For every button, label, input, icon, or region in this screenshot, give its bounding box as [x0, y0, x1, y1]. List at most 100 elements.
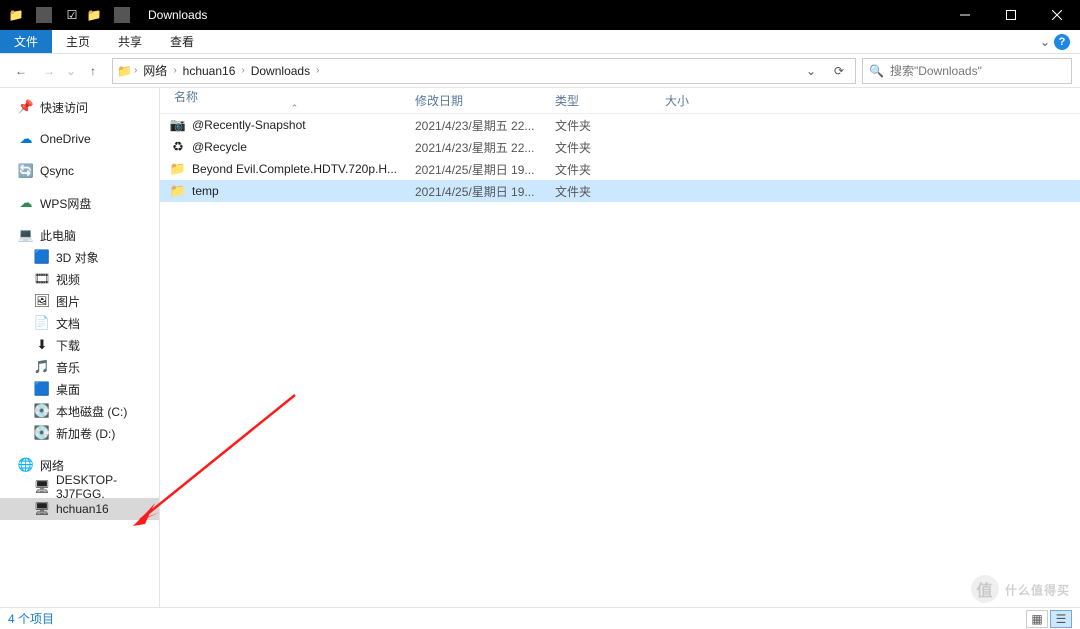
- separator: [36, 7, 52, 23]
- search-box[interactable]: 🔍 搜索"Downloads": [862, 58, 1072, 84]
- document-icon: 📄: [34, 315, 50, 331]
- file-name: Beyond Evil.Complete.HDTV.720p.H...: [192, 162, 397, 176]
- nav-music[interactable]: 🎵音乐: [0, 356, 159, 378]
- watermark: 值什么值得买: [971, 575, 1070, 603]
- desktop-icon: 🟦: [34, 381, 50, 397]
- disk-icon: 💽: [34, 425, 50, 441]
- file-type: 文件夹: [555, 183, 665, 200]
- nav-3d-objects[interactable]: 🟦3D 对象: [0, 246, 159, 268]
- chevron-right-icon[interactable]: ›: [316, 65, 319, 76]
- chevron-right-icon[interactable]: ›: [173, 65, 176, 76]
- column-header-size[interactable]: 大小: [665, 92, 745, 109]
- help-area[interactable]: ⌄ ?: [1030, 30, 1080, 53]
- nav-desktop[interactable]: 🟦 桌面: [0, 378, 159, 400]
- breadcrumb-bar[interactable]: 📁 › 网络 › hchuan16 › Downloads › ⌄ ⟳: [112, 58, 856, 84]
- column-header-date[interactable]: 修改日期: [415, 92, 555, 109]
- refresh-button[interactable]: ⟳: [827, 60, 851, 82]
- pc-icon: 💻: [18, 227, 34, 243]
- sort-indicator-icon: ⌃: [174, 103, 415, 114]
- nav-back-button[interactable]: ←: [8, 58, 34, 84]
- tab-share[interactable]: 共享: [104, 30, 156, 53]
- breadcrumb-folder[interactable]: Downloads: [247, 62, 314, 80]
- breadcrumb-network[interactable]: 网络: [139, 60, 171, 81]
- view-large-icons-button[interactable]: ▦: [1026, 610, 1048, 628]
- nav-label: 桌面: [56, 381, 80, 398]
- address-dropdown-button[interactable]: ⌄: [799, 60, 823, 82]
- nav-downloads[interactable]: ⬇下载: [0, 334, 159, 356]
- breadcrumb-user[interactable]: hchuan16: [179, 62, 240, 80]
- minimize-button[interactable]: [942, 0, 988, 30]
- nav-label: 网络: [40, 457, 64, 474]
- nav-recent-dropdown[interactable]: ⌄: [64, 58, 78, 84]
- network-icon: 🌐: [18, 457, 34, 473]
- cloud-icon: ☁: [18, 131, 34, 147]
- ribbon-expand-icon[interactable]: ⌄: [1040, 35, 1050, 49]
- search-icon: 🔍: [869, 64, 884, 78]
- maximize-button[interactable]: [988, 0, 1034, 30]
- nav-documents[interactable]: 📄 文档: [0, 312, 159, 334]
- nav-forward-button[interactable]: →: [36, 58, 62, 84]
- nav-label: Qsync: [40, 164, 74, 178]
- nav-label: 文档: [56, 315, 80, 332]
- file-date: 2021/4/25/星期日 19...: [415, 183, 555, 200]
- nav-label: OneDrive: [40, 132, 91, 146]
- nav-local-disk-d[interactable]: 💽新加卷 (D:): [0, 422, 159, 444]
- download-icon: ⬇: [34, 337, 50, 353]
- file-type: 文件夹: [555, 139, 665, 156]
- close-button[interactable]: [1034, 0, 1080, 30]
- disk-icon: 💽: [34, 403, 50, 419]
- file-date: 2021/4/25/星期日 19...: [415, 161, 555, 178]
- file-name: temp: [192, 184, 219, 198]
- nav-this-pc[interactable]: 💻 此电脑: [0, 224, 159, 246]
- nav-network-pc2[interactable]: 🖥hchuan16: [0, 498, 159, 520]
- qat-newfolder-icon[interactable]: 📁: [86, 7, 102, 23]
- file-name: @Recycle: [192, 140, 247, 154]
- video-icon: 🎞: [34, 271, 50, 287]
- window-controls: [942, 0, 1080, 30]
- nav-wps[interactable]: ☁WPS网盘: [0, 192, 159, 214]
- nav-label: WPS网盘: [40, 195, 91, 212]
- chevron-right-icon[interactable]: ›: [241, 65, 244, 76]
- watermark-text: 什么值得买: [1005, 583, 1070, 597]
- nav-up-button[interactable]: ↑: [80, 58, 106, 84]
- breadcrumb-root-icon[interactable]: 📁: [117, 64, 132, 78]
- tab-view[interactable]: 查看: [156, 30, 208, 53]
- tab-file[interactable]: 文件: [0, 30, 52, 53]
- nav-qsync[interactable]: 🔄 Qsync: [0, 160, 159, 182]
- watermark-icon: 值: [971, 575, 999, 603]
- ribbon-tabs: 文件 主页 共享 查看 ⌄ ?: [0, 30, 1080, 54]
- qat-properties-icon[interactable]: ☑: [64, 7, 80, 23]
- nav-label: 此电脑: [40, 227, 76, 244]
- nav-label: 音乐: [56, 359, 80, 376]
- table-row[interactable]: ♻@Recycle2021/4/23/星期五 22...文件夹: [160, 136, 1080, 158]
- quick-access-toolbar: 📁 ☑ 📁: [0, 7, 144, 23]
- picture-icon: 🖼: [34, 293, 50, 309]
- nav-label: 快速访问: [40, 99, 88, 116]
- column-header-type[interactable]: 类型: [555, 92, 665, 109]
- table-row[interactable]: 📁 Beyond Evil.Complete.HDTV.720p.H... 2021…: [160, 158, 1080, 180]
- col-label: 名称: [174, 90, 198, 104]
- nav-pictures[interactable]: 🖼图片: [0, 290, 159, 312]
- tab-home[interactable]: 主页: [52, 30, 104, 53]
- recycle-icon: ♻: [170, 139, 186, 155]
- chevron-right-icon[interactable]: ›: [134, 65, 137, 76]
- nav-onedrive[interactable]: ☁ OneDrive: [0, 128, 159, 150]
- nav-videos[interactable]: 🎞视频: [0, 268, 159, 290]
- table-row[interactable]: 📁temp2021/4/25/星期日 19...文件夹: [160, 180, 1080, 202]
- column-header-name[interactable]: 名称 ⌃: [170, 88, 415, 114]
- nav-label: 3D 对象: [56, 249, 99, 266]
- file-name: @Recently-Snapshot: [192, 118, 306, 132]
- nav-local-disk-c[interactable]: 💽 本地磁盘 (C:): [0, 400, 159, 422]
- view-details-button[interactable]: ☰: [1050, 610, 1072, 628]
- table-row[interactable]: 📷@Recently-Snapshot2021/4/23/星期五 22...文件…: [160, 114, 1080, 136]
- nav-label: 本地磁盘 (C:): [56, 403, 127, 420]
- nav-network-pc1[interactable]: 🖥DESKTOP-3J7FGG.: [0, 476, 159, 498]
- help-icon[interactable]: ?: [1054, 34, 1070, 50]
- folder-icon: 📁: [170, 161, 186, 177]
- sync-icon: 🔄: [18, 163, 34, 179]
- explorer-body: 📌快速访问 ☁OneDrive 🔄Qsync ☁WPS网盘 💻此电脑 🟦3D 对…: [0, 88, 1080, 607]
- file-list-pane: 名称 ⌃ 修改日期 类型 大小 📷@Recently-Snapshot2021/…: [160, 88, 1080, 607]
- address-bar: ← → ⌄ ↑ 📁 › 网络 › hchuan16 › Downloads › …: [0, 54, 1080, 88]
- search-placeholder: 搜索"Downloads": [890, 62, 982, 79]
- nav-quick-access[interactable]: 📌快速访问: [0, 96, 159, 118]
